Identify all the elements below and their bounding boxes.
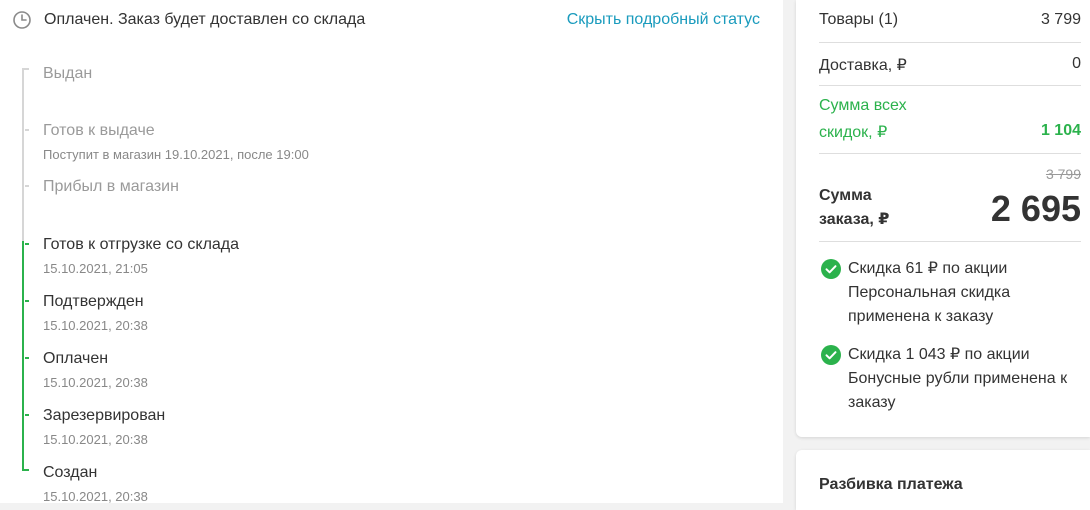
step-tick bbox=[25, 129, 29, 131]
step-title: Подтвержден bbox=[43, 293, 144, 310]
step-title: Прибыл в магазин bbox=[43, 178, 179, 195]
total-value: 2 695 bbox=[990, 188, 1081, 229]
timeline-cap-bottom bbox=[22, 469, 29, 471]
discount-text: Скидка 61 ₽ по акции Персональная скидка… bbox=[848, 260, 1011, 325]
step-subtitle: 15.10.2021, 21:05 bbox=[43, 261, 148, 276]
step-subtitle: 15.10.2021, 20:38 bbox=[43, 489, 148, 504]
delivery-value: 0 bbox=[1072, 55, 1081, 72]
step-title: Зарезервирован bbox=[43, 407, 166, 424]
payment-breakdown-title: Разбивка платежа bbox=[819, 476, 963, 493]
discounts-row: Сумма всех скидок, ₽ 1 104 bbox=[819, 97, 1081, 147]
step-tick bbox=[25, 243, 29, 245]
step-title: Выдан bbox=[43, 65, 93, 82]
step-title: Готов к отгрузке со склада bbox=[43, 236, 240, 253]
hide-status-link[interactable]: Скрыть подробный статус bbox=[567, 11, 760, 29]
discounts-label-line2: скидок, ₽ bbox=[819, 124, 888, 141]
check-circle-icon bbox=[821, 259, 841, 279]
total-label-line2: заказа, ₽ bbox=[819, 211, 890, 228]
discounts-value: 1 104 bbox=[1040, 122, 1081, 139]
goods-label: Товары (1) bbox=[819, 11, 899, 28]
step-title: Создан bbox=[43, 464, 98, 481]
step-subtitle: Поступит в магазин 19.10.2021, после 19:… bbox=[43, 147, 309, 162]
check-circle-icon bbox=[821, 345, 841, 365]
divider bbox=[819, 241, 1081, 242]
step-subtitle: 15.10.2021, 20:38 bbox=[43, 432, 148, 447]
step-tick bbox=[25, 300, 29, 302]
divider bbox=[819, 42, 1081, 43]
timeline-cap-top bbox=[22, 68, 29, 70]
step-subtitle: 15.10.2021, 20:38 bbox=[43, 375, 148, 390]
step-title: Оплачен bbox=[43, 350, 109, 367]
timeline-line-pending bbox=[22, 68, 24, 241]
order-status-panel: Оплачен. Заказ будет доставлен со склада… bbox=[0, 0, 783, 504]
timeline-line-done bbox=[22, 241, 24, 471]
step-tick bbox=[25, 414, 29, 416]
discount-text: Скидка 1 043 ₽ по акции Бонусные рубли п… bbox=[848, 346, 1068, 411]
status-header: Оплачен. Заказ будет доставлен со склада… bbox=[12, 8, 772, 34]
clock-icon bbox=[13, 11, 31, 29]
order-summary-card: Товары (1) 3 799 Доставка, ₽ 0 Сумма все… bbox=[796, 0, 1090, 437]
divider bbox=[819, 85, 1081, 86]
step-tick bbox=[25, 185, 29, 187]
total-label-line1: Сумма bbox=[819, 187, 872, 204]
divider bbox=[819, 153, 1081, 154]
step-tick bbox=[25, 357, 29, 359]
old-total-price: 3 799 bbox=[1045, 166, 1081, 182]
total-label: Сумма заказа, ₽ bbox=[819, 184, 889, 232]
status-text: Оплачен. Заказ будет доставлен со склада bbox=[44, 11, 366, 28]
step-title: Готов к выдаче bbox=[43, 122, 155, 139]
goods-value: 3 799 bbox=[1040, 11, 1081, 28]
step-subtitle: 15.10.2021, 20:38 bbox=[43, 318, 148, 333]
discounts-label-line1: Сумма всех bbox=[819, 97, 907, 114]
payment-breakdown-card: Разбивка платежа bbox=[796, 450, 1090, 510]
delivery-label: Доставка, ₽ bbox=[819, 57, 907, 74]
status-timeline: Выдан Готов к выдаче Поступит в магазин … bbox=[20, 58, 760, 504]
